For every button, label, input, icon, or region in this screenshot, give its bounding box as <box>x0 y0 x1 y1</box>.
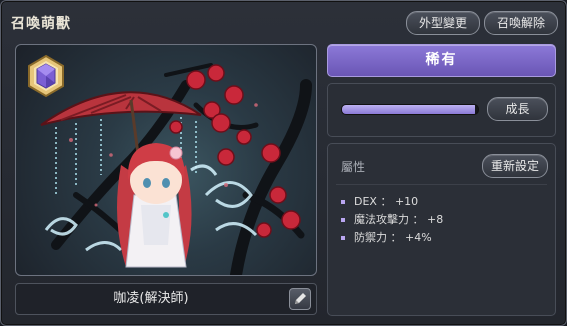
unsummon-button[interactable]: 召喚解除 <box>484 11 558 35</box>
stats-panel: 屬性 重新設定 DEX ： +10 魔法攻擊力 ： +8 防禦力 ： +4% <box>327 143 556 316</box>
window-title: 召喚萌獸 <box>11 16 71 32</box>
summon-pet-window: 召喚萌獸 外型變更 召喚解除 咖凌(解決師) 稀有 成長 屬性 重新設定 DEX… <box>0 0 567 326</box>
stat-line: 魔法攻擊力 ： +8 <box>341 211 443 229</box>
purple-gem-hexagon-icon <box>28 54 64 98</box>
stats-section-label: 屬性 <box>341 160 366 174</box>
bullet-icon <box>341 200 345 204</box>
change-appearance-button[interactable]: 外型變更 <box>406 11 480 35</box>
stat-list: DEX ： +10 魔法攻擊力 ： +8 防禦力 ： +4% <box>341 193 443 247</box>
bullet-icon <box>341 218 345 222</box>
stat-text: DEX ： +10 <box>354 195 419 208</box>
growth-progress-bar <box>341 104 479 115</box>
rarity-badge: 稀有 <box>327 44 556 77</box>
stat-text: 魔法攻擊力 ： +8 <box>354 213 444 226</box>
growth-progress-fill <box>342 105 476 114</box>
pet-name-bar: 咖凌(解決師) <box>15 283 317 315</box>
stat-text: 防禦力 ： +4% <box>354 231 432 244</box>
reset-stats-button[interactable]: 重新設定 <box>482 154 548 178</box>
pet-name: 咖凌(解決師) <box>113 291 189 306</box>
growth-button[interactable]: 成長 <box>487 97 548 121</box>
stat-line: DEX ： +10 <box>341 193 443 211</box>
pencil-icon <box>295 293 306 304</box>
divider <box>336 184 547 185</box>
stat-line: 防禦力 ： +4% <box>341 229 443 247</box>
bullet-icon <box>341 236 345 240</box>
growth-panel: 成長 <box>327 83 556 137</box>
pet-portrait <box>15 44 317 276</box>
rename-button[interactable] <box>289 288 311 310</box>
